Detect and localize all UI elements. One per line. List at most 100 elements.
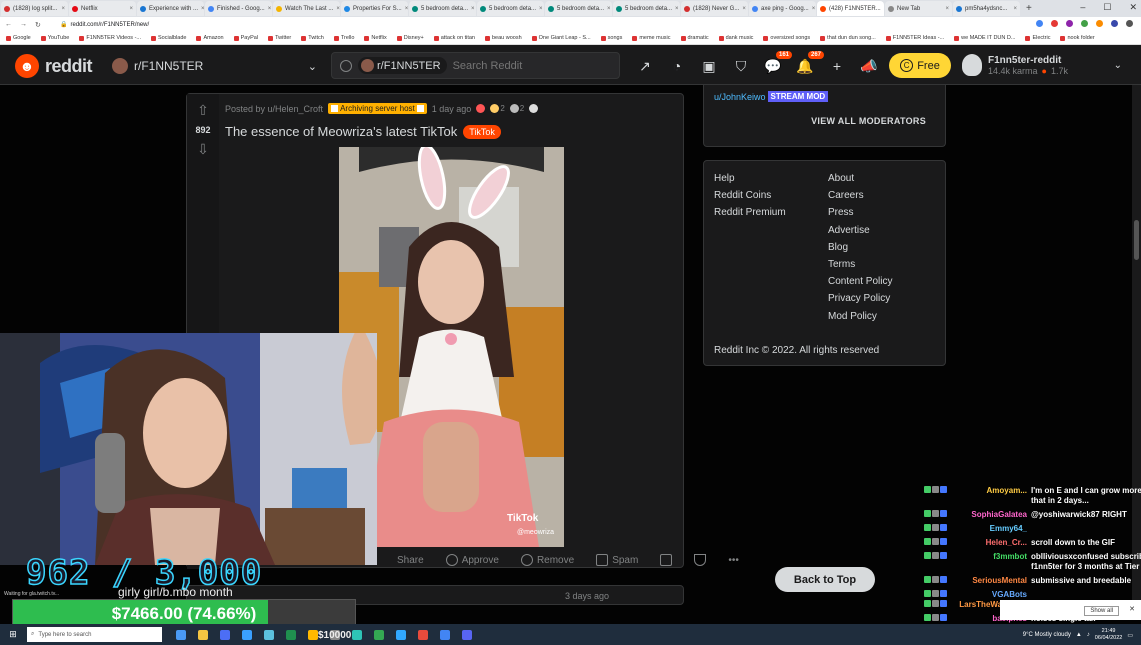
- bookmark-item[interactable]: meme music: [632, 35, 671, 41]
- browser-tab[interactable]: 5 bedroom deta... ×: [545, 1, 612, 16]
- post-title[interactable]: The essence of Meowriza's latest TikTok: [225, 124, 457, 139]
- bookmark-item[interactable]: Disney+: [396, 35, 424, 41]
- browser-tab[interactable]: Experience with ... ×: [137, 1, 204, 16]
- bookmark-item[interactable]: Netflix: [364, 35, 387, 41]
- bookmark-item[interactable]: Twitter: [268, 35, 291, 41]
- post-author[interactable]: Posted by u/Helen_Croft: [225, 104, 323, 114]
- app-icon[interactable]: [352, 629, 362, 640]
- notifications-icon[interactable]: 🔔 267: [796, 51, 824, 75]
- spam-button[interactable]: Spam: [596, 554, 638, 566]
- explorer-icon[interactable]: [198, 629, 208, 640]
- show-all-button[interactable]: Show all: [1084, 606, 1119, 616]
- moderator-entry[interactable]: u/JohnKeiwo STREAM MOD: [714, 91, 829, 102]
- browser-tab[interactable]: (428) F1NN5TER...×: [817, 1, 884, 16]
- app-icon[interactable]: [418, 629, 428, 640]
- bookmark-item[interactable]: songs: [600, 35, 622, 41]
- footer-link[interactable]: Help: [714, 173, 786, 184]
- search-scope-pill[interactable]: r/F1NN5TER: [358, 57, 447, 74]
- network-icon[interactable]: ▲: [1076, 632, 1082, 638]
- close-tab-icon[interactable]: ×: [1013, 6, 1017, 12]
- close-tab-icon[interactable]: ×: [812, 6, 816, 12]
- forward-icon[interactable]: →: [20, 21, 27, 29]
- footer-link[interactable]: Terms: [828, 259, 892, 270]
- bookmark-item[interactable]: that dun dun song...: [820, 35, 876, 41]
- app-icon[interactable]: [242, 629, 252, 640]
- bookmark-item[interactable]: F1NN5TER Ideas -...: [885, 35, 944, 41]
- maximize-icon[interactable]: ☐: [1103, 2, 1111, 13]
- share-button[interactable]: Share: [397, 555, 424, 566]
- windows-start-icon[interactable]: ⊞: [5, 627, 21, 643]
- footer-link[interactable]: Reddit Coins: [714, 190, 786, 201]
- bookmark-item[interactable]: Google: [6, 35, 31, 41]
- popular-icon[interactable]: ↗: [636, 57, 654, 75]
- close-tab-icon[interactable]: ×: [539, 6, 543, 12]
- footer-link[interactable]: Advertise: [828, 225, 892, 236]
- url-text[interactable]: reddit.com/r/F1NN5TER/new/: [70, 22, 149, 28]
- close-icon[interactable]: ✕: [1129, 2, 1137, 13]
- browser-tab[interactable]: (1828) log split... ×: [1, 1, 68, 16]
- close-tab-icon[interactable]: ×: [268, 6, 272, 12]
- browser-tab[interactable]: pm5ha4ydsnc... ×: [953, 1, 1020, 16]
- close-tab-icon[interactable]: ×: [336, 6, 340, 12]
- bookmark-item[interactable]: dramatic: [680, 35, 709, 41]
- bookmark-item[interactable]: beau woosh: [484, 35, 522, 41]
- footer-link[interactable]: Content Policy: [828, 276, 892, 287]
- footer-link[interactable]: Press: [828, 207, 892, 218]
- minimize-icon[interactable]: –: [1080, 2, 1085, 13]
- app-icon[interactable]: [220, 629, 230, 640]
- close-tab-icon[interactable]: ×: [129, 6, 133, 12]
- app-icon[interactable]: [308, 629, 318, 640]
- user-menu[interactable]: F1nn5ter-reddit 14.4k karma ● 1.7k ⌄: [962, 50, 1122, 80]
- upvote-icon[interactable]: ⇧: [197, 102, 209, 119]
- free-coins-button[interactable]: C Free: [889, 53, 951, 78]
- volume-icon[interactable]: ♪: [1087, 632, 1090, 638]
- bookmark-item[interactable]: Electric: [1025, 35, 1050, 41]
- back-icon[interactable]: ←: [5, 21, 12, 29]
- more-options-icon[interactable]: •••: [728, 555, 739, 566]
- footer-link[interactable]: Mod Policy: [828, 311, 892, 322]
- footer-link[interactable]: About: [828, 173, 892, 184]
- bookmark-item[interactable]: oversized songs: [763, 35, 810, 41]
- bookmark-item[interactable]: Amazon: [196, 35, 224, 41]
- app-icon[interactable]: [286, 629, 296, 640]
- close-tab-icon[interactable]: ×: [405, 6, 408, 12]
- bookmark-item[interactable]: Socialblade: [151, 35, 186, 41]
- footer-link[interactable]: Careers: [828, 190, 892, 201]
- bookmark-item[interactable]: F1NN5TER Videos -...: [79, 35, 141, 41]
- discord-icon[interactable]: [462, 629, 472, 640]
- app-icon[interactable]: [374, 629, 384, 640]
- taskbar-search[interactable]: ⌕ Type here to search: [27, 627, 162, 642]
- stats-icon[interactable]: ◔: [668, 57, 686, 75]
- browser-tab[interactable]: 5 bedroom deta... ×: [613, 1, 680, 16]
- footer-link[interactable]: Reddit Premium: [714, 207, 786, 218]
- bookmark-item[interactable]: nook folder: [1060, 35, 1095, 41]
- back-to-top-button[interactable]: Back to Top: [775, 567, 875, 592]
- bookmark-item[interactable]: PayPal: [233, 35, 258, 41]
- browser-tab[interactable]: Watch The Last ... ×: [273, 1, 340, 16]
- shield-button[interactable]: [694, 554, 707, 566]
- scrollbar-thumb[interactable]: [1134, 220, 1139, 260]
- close-tab-icon[interactable]: ×: [471, 6, 475, 12]
- bookmark-item[interactable]: YouTube: [40, 35, 69, 41]
- post-time[interactable]: 1 day ago: [432, 104, 472, 114]
- advertise-icon[interactable]: 📣: [860, 57, 878, 75]
- search-box[interactable]: r/F1NN5TER: [331, 52, 620, 79]
- bookmark-item[interactable]: Twitch: [301, 35, 324, 41]
- reddit-logo[interactable]: ☻ reddit: [15, 54, 93, 78]
- mod-queue-icon[interactable]: ▣: [700, 57, 718, 75]
- approve-button[interactable]: Approve: [445, 554, 499, 566]
- chrome-icon[interactable]: [440, 629, 450, 640]
- bookmark-item[interactable]: One Giant Leap - S...: [531, 35, 591, 41]
- close-tab-icon[interactable]: ×: [675, 6, 679, 12]
- close-tab-icon[interactable]: ×: [945, 6, 949, 12]
- task-view-icon[interactable]: [176, 629, 186, 640]
- browser-tab[interactable]: 5 bedroom deta... ×: [477, 1, 544, 16]
- browser-tab[interactable]: axe ping - Goog... ×: [749, 1, 816, 16]
- browser-tab[interactable]: New Tab ×: [885, 1, 952, 16]
- mod-shield-icon[interactable]: ⛉: [732, 57, 750, 75]
- subreddit-selector[interactable]: r/F1NN5TER ⌄: [112, 55, 317, 77]
- weather-text[interactable]: 9°C Mostly cloudy: [1023, 632, 1071, 638]
- create-post-icon[interactable]: +: [828, 57, 846, 75]
- footer-link[interactable]: Blog: [828, 242, 892, 253]
- bookmark-item[interactable]: we MADE IT DUN D...: [954, 35, 1015, 41]
